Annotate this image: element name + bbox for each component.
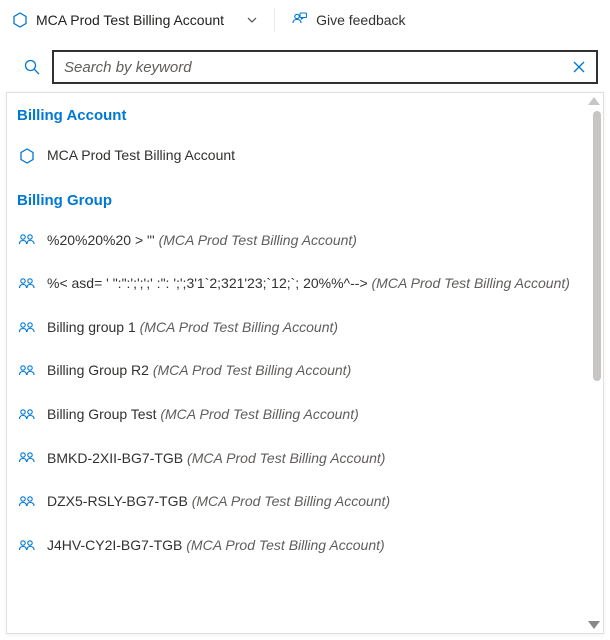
section-header: Billing Account bbox=[7, 93, 585, 134]
item-name: DZX5-RSLY-BG7-TGB bbox=[47, 493, 192, 509]
list-item-text: Billing Group Test (MCA Prod Test Billin… bbox=[47, 405, 575, 425]
list-item[interactable]: MCA Prod Test Billing Account bbox=[7, 134, 585, 178]
list-item-text: MCA Prod Test Billing Account bbox=[47, 146, 575, 166]
group-icon bbox=[17, 450, 37, 466]
hexagon-icon bbox=[12, 12, 28, 28]
item-suffix: (MCA Prod Test Billing Account) bbox=[160, 406, 358, 422]
item-suffix: (MCA Prod Test Billing Account) bbox=[153, 362, 351, 378]
item-name: Billing group 1 bbox=[47, 319, 140, 335]
list-item-text: %< asd= ' ":":';';';' :": ';';3'1`2;321'… bbox=[47, 274, 575, 294]
item-suffix: (MCA Prod Test Billing Account) bbox=[372, 275, 570, 291]
item-name: J4HV-CY2I-BG7-TGB bbox=[47, 537, 186, 553]
group-icon bbox=[17, 494, 37, 510]
item-name: Billing Group Test bbox=[47, 406, 160, 422]
item-name: MCA Prod Test Billing Account bbox=[47, 147, 235, 163]
item-suffix: (MCA Prod Test Billing Account) bbox=[140, 319, 338, 335]
topbar: MCA Prod Test Billing Account Give feedb… bbox=[0, 0, 610, 40]
list-item[interactable]: %< asd= ' ":":';';';' :": ';';3'1`2;321'… bbox=[7, 262, 585, 306]
results-panel: Billing Account MCA Prod Test Billing Acc… bbox=[6, 92, 604, 634]
scroll-thumb[interactable] bbox=[593, 111, 601, 381]
list-item-text: Billing group 1 (MCA Prod Test Billing A… bbox=[47, 318, 575, 338]
item-name: %< asd= ' ":":';';';' :": ';';3'1`2;321'… bbox=[47, 275, 372, 291]
search-input[interactable] bbox=[54, 59, 562, 76]
group-icon bbox=[17, 320, 37, 336]
results-list[interactable]: Billing Account MCA Prod Test Billing Acc… bbox=[7, 93, 603, 633]
group-icon bbox=[17, 407, 37, 423]
feedback-icon bbox=[291, 11, 308, 28]
item-suffix: (MCA Prod Test Billing Account) bbox=[192, 493, 390, 509]
chevron-down-icon bbox=[246, 14, 258, 26]
list-item[interactable]: Billing Group R2 (MCA Prod Test Billing … bbox=[7, 349, 585, 393]
scope-label: MCA Prod Test Billing Account bbox=[36, 12, 224, 28]
list-item-text: Billing Group R2 (MCA Prod Test Billing … bbox=[47, 361, 575, 381]
group-icon bbox=[17, 276, 37, 292]
scope-dropdown[interactable]: MCA Prod Test Billing Account bbox=[0, 0, 270, 40]
item-name: BMKD-2XII-BG7-TGB bbox=[47, 450, 187, 466]
group-icon bbox=[17, 232, 37, 248]
list-item-text: BMKD-2XII-BG7-TGB (MCA Prod Test Billing… bbox=[47, 449, 575, 469]
group-icon bbox=[17, 538, 37, 554]
list-item[interactable]: BMKD-2XII-BG7-TGB (MCA Prod Test Billing… bbox=[7, 437, 585, 481]
item-suffix: (MCA Prod Test Billing Account) bbox=[186, 537, 384, 553]
list-item-text: DZX5-RSLY-BG7-TGB (MCA Prod Test Billing… bbox=[47, 492, 575, 512]
item-suffix: (MCA Prod Test Billing Account) bbox=[159, 232, 357, 248]
list-item[interactable]: DZX5-RSLY-BG7-TGB (MCA Prod Test Billing… bbox=[7, 480, 585, 524]
group-icon bbox=[17, 363, 37, 379]
list-item[interactable]: Billing group 1 (MCA Prod Test Billing A… bbox=[7, 306, 585, 350]
list-item[interactable]: Billing Group Test (MCA Prod Test Billin… bbox=[7, 393, 585, 437]
feedback-label: Give feedback bbox=[316, 12, 406, 28]
search-box[interactable] bbox=[52, 50, 598, 84]
close-icon bbox=[572, 60, 586, 74]
hexagon-icon bbox=[17, 148, 37, 164]
item-suffix: (MCA Prod Test Billing Account) bbox=[187, 450, 385, 466]
list-item[interactable]: J4HV-CY2I-BG7-TGB (MCA Prod Test Billing… bbox=[7, 524, 585, 568]
section-header: Billing Group bbox=[7, 178, 585, 219]
clear-button[interactable] bbox=[562, 52, 596, 82]
list-item-text: %20%20%20 > "' (MCA Prod Test Billing Ac… bbox=[47, 231, 575, 251]
list-item-text: J4HV-CY2I-BG7-TGB (MCA Prod Test Billing… bbox=[47, 536, 575, 556]
feedback-button[interactable]: Give feedback bbox=[279, 0, 418, 40]
item-name: %20%20%20 > "' bbox=[47, 232, 159, 248]
divider bbox=[274, 8, 275, 32]
list-item[interactable]: %20%20%20 > "' (MCA Prod Test Billing Ac… bbox=[7, 219, 585, 263]
search-bar bbox=[0, 40, 610, 92]
search-icon bbox=[12, 58, 52, 76]
item-name: Billing Group R2 bbox=[47, 362, 153, 378]
